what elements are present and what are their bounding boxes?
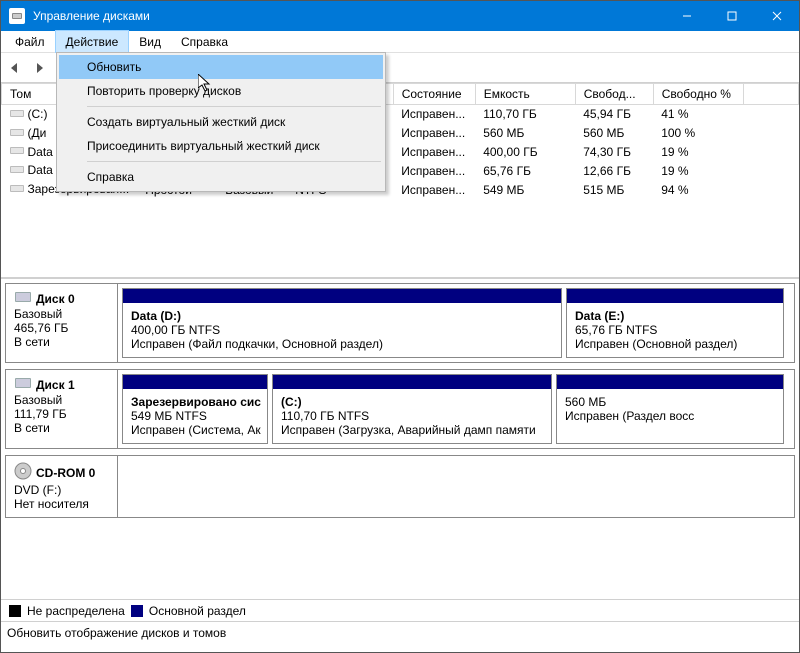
disk-label[interactable]: Диск 1Базовый111,79 ГБВ сети <box>6 370 118 448</box>
menu-help[interactable]: Справка <box>171 31 238 52</box>
minimize-button[interactable] <box>664 1 709 31</box>
partition[interactable]: (C:)110,70 ГБ NTFSИсправен (Загрузка, Ав… <box>272 374 552 444</box>
col-capacity[interactable]: Емкость <box>475 84 575 105</box>
legend-unallocated-label: Не распределена <box>27 604 125 618</box>
back-button[interactable] <box>7 58 27 78</box>
dropdown-rescan[interactable]: Повторить проверку дисков <box>59 79 383 103</box>
disk-icon <box>14 290 32 307</box>
disk-label[interactable]: Диск 0Базовый465,76 ГБВ сети <box>6 284 118 362</box>
col-spacer <box>743 84 798 105</box>
partition[interactable]: Data (E:)65,76 ГБ NTFSИсправен (Основной… <box>566 288 784 358</box>
status-text: Обновить отображение дисков и томов <box>7 626 226 640</box>
volume-icon <box>10 108 24 122</box>
disk-row: Диск 0Базовый465,76 ГБВ сетиData (D:)400… <box>5 283 795 363</box>
menu-file[interactable]: Файл <box>5 31 55 52</box>
menu-action[interactable]: Действие <box>55 30 130 53</box>
disk-partitions: Data (D:)400,00 ГБ NTFSИсправен (Файл по… <box>118 284 794 362</box>
dropdown-refresh[interactable]: Обновить <box>59 55 383 79</box>
legend-unallocated-swatch <box>9 605 21 617</box>
partition-header <box>123 375 267 389</box>
menu-bar: Файл Действие Вид Справка <box>1 31 799 53</box>
window-title: Управление дисками <box>33 9 664 23</box>
legend-primary-label: Основной раздел <box>149 604 246 618</box>
col-free[interactable]: Свобод... <box>575 84 653 105</box>
dropdown-create-vhd[interactable]: Создать виртуальный жесткий диск <box>59 110 383 134</box>
col-free-pct[interactable]: Свободно % <box>653 84 743 105</box>
close-button[interactable] <box>754 1 799 31</box>
dropdown-separator <box>87 106 381 107</box>
partition-header <box>557 375 783 389</box>
volume-icon <box>10 145 24 159</box>
volume-icon <box>10 183 24 197</box>
volume-icon <box>10 164 24 178</box>
action-dropdown: Обновить Повторить проверку дисков Созда… <box>56 52 386 192</box>
maximize-button[interactable] <box>709 1 754 31</box>
dropdown-attach-vhd[interactable]: Присоединить виртуальный жесткий диск <box>59 134 383 158</box>
dropdown-separator <box>87 161 381 162</box>
forward-button[interactable] <box>31 58 51 78</box>
disk-map-pane: Диск 0Базовый465,76 ГБВ сетиData (D:)400… <box>1 279 799 599</box>
disk-row: Диск 1Базовый111,79 ГБВ сетиЗарезервиров… <box>5 369 795 449</box>
cdrom-icon <box>14 462 32 483</box>
partition[interactable]: 560 МБИсправен (Раздел восс <box>556 374 784 444</box>
title-bar: Управление дисками <box>1 1 799 31</box>
disk-partitions <box>118 456 794 517</box>
disk-partitions: Зарезервировано сис549 МБ NTFSИсправен (… <box>118 370 794 448</box>
partition[interactable]: Data (D:)400,00 ГБ NTFSИсправен (Файл по… <box>122 288 562 358</box>
legend: Не распределена Основной раздел <box>1 599 799 621</box>
legend-primary-swatch <box>131 605 143 617</box>
partition-header <box>567 289 783 303</box>
app-icon <box>9 8 25 24</box>
disk-icon <box>14 376 32 393</box>
status-bar: Обновить отображение дисков и томов <box>1 621 799 643</box>
partition-header <box>123 289 561 303</box>
col-status[interactable]: Состояние <box>393 84 475 105</box>
disk-label[interactable]: CD-ROM 0DVD (F:)Нет носителя <box>6 456 118 517</box>
menu-view[interactable]: Вид <box>129 31 171 52</box>
dropdown-help[interactable]: Справка <box>59 165 383 189</box>
partition-header <box>273 375 551 389</box>
disk-row: CD-ROM 0DVD (F:)Нет носителя <box>5 455 795 518</box>
partition[interactable]: Зарезервировано сис549 МБ NTFSИсправен (… <box>122 374 268 444</box>
volume-icon <box>10 127 24 141</box>
